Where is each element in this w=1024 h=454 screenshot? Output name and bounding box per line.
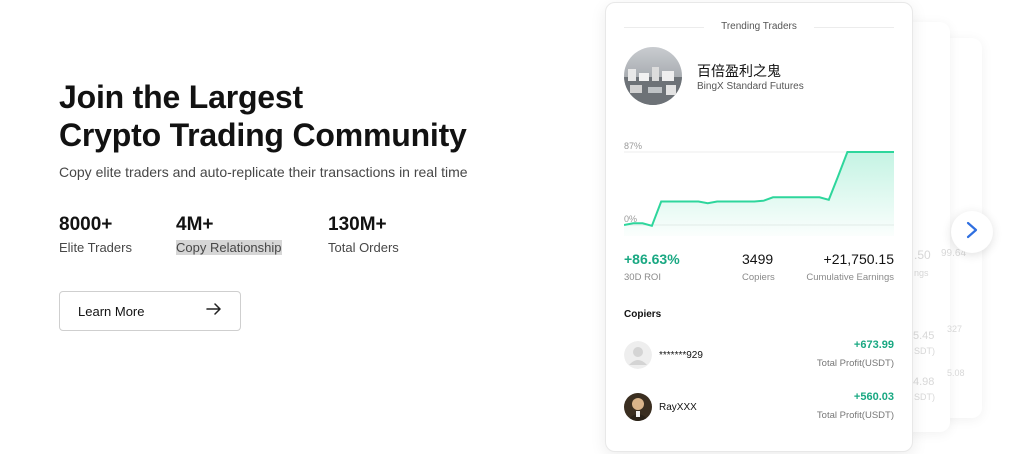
copier-name: *******929 bbox=[659, 350, 703, 361]
metrics-row: +86.63% 30D ROI 3499 Copiers +21,750.15 … bbox=[624, 251, 894, 291]
ghost-text: .50 bbox=[914, 248, 931, 262]
learn-more-button[interactable]: Learn More bbox=[59, 291, 241, 331]
roi-chart: 87% 0% bbox=[623, 141, 894, 236]
ghost-text: 5.45 bbox=[913, 330, 935, 342]
hero-subtitle: Copy elite traders and auto-replicate th… bbox=[59, 164, 468, 180]
stat-elite-traders: 8000+ Elite Traders bbox=[59, 214, 176, 257]
ghost-text: SDT) bbox=[914, 392, 935, 402]
ghost-text: ngs bbox=[914, 268, 929, 278]
copier-name: RayXXX bbox=[659, 402, 697, 413]
stat-total-orders: 130M+ Total Orders bbox=[328, 214, 399, 257]
copier-row[interactable]: *******929 +673.99 Total Profit(USDT) bbox=[624, 339, 894, 375]
chevron-right-icon bbox=[966, 221, 978, 244]
roi-chart-svg bbox=[623, 151, 894, 236]
hero-title-line1: Join the Largest bbox=[59, 79, 303, 115]
copiers-value: 3499 bbox=[742, 251, 774, 267]
y-tick-zero: 0% bbox=[624, 214, 638, 224]
trending-trader-card[interactable]: Trending Traders 百倍盈利之鬼 BingX Standard F… bbox=[605, 2, 913, 452]
ghost-text: 4.98 bbox=[913, 376, 935, 388]
copier-profit-label: Total Profit(USDT) bbox=[816, 358, 894, 369]
copier-profit: +560.03 bbox=[853, 391, 894, 403]
stat-value: 4M+ bbox=[176, 214, 214, 235]
trader-name[interactable]: 百倍盈利之鬼 bbox=[697, 61, 781, 81]
copier-profit: +673.99 bbox=[853, 339, 894, 351]
next-trader-button[interactable] bbox=[951, 211, 993, 253]
hero-section: Join the Largest Crypto Trading Communit… bbox=[59, 78, 468, 180]
stat-value: 8000+ bbox=[59, 214, 113, 235]
trader-avatar[interactable] bbox=[624, 47, 682, 105]
learn-more-label: Learn More bbox=[78, 303, 145, 319]
copiers-label: Copiers bbox=[742, 272, 775, 283]
roi-label: 30D ROI bbox=[624, 272, 661, 283]
arrow-right-icon bbox=[206, 302, 222, 320]
roi-value: +86.63% bbox=[624, 251, 680, 267]
trader-subtitle: BingX Standard Futures bbox=[697, 81, 804, 92]
copier-profit-label: Total Profit(USDT) bbox=[816, 410, 894, 421]
stat-value: 130M+ bbox=[328, 214, 387, 235]
card-title: Trending Traders bbox=[606, 21, 912, 32]
ghost-text: 327 bbox=[947, 324, 963, 334]
hero-title-line2: Crypto Trading Community bbox=[59, 117, 467, 153]
hero-title: Join the Largest Crypto Trading Communit… bbox=[59, 78, 468, 154]
stat-label: Copy Relationship bbox=[176, 240, 282, 255]
copier-row[interactable]: RayXXX +560.03 Total Profit(USDT) bbox=[624, 391, 894, 427]
y-tick-top: 87% bbox=[624, 141, 643, 151]
copiers-heading: Copiers bbox=[624, 309, 662, 320]
ghost-text: SDT) bbox=[914, 346, 935, 356]
roi-area bbox=[624, 152, 894, 236]
stat-copy-relationship: 4M+ Copy Relationship bbox=[176, 214, 328, 257]
portrait-avatar bbox=[624, 393, 652, 421]
earnings-value: +21,750.15 bbox=[823, 251, 894, 267]
earnings-label: Cumulative Earnings bbox=[806, 272, 894, 283]
ghost-text: 5.08 bbox=[947, 368, 965, 378]
stat-label: Elite Traders bbox=[59, 240, 132, 255]
stat-label: Total Orders bbox=[328, 240, 399, 255]
default-user-avatar-icon bbox=[624, 341, 652, 369]
stats-row: 8000+ Elite Traders 4M+ Copy Relationshi… bbox=[59, 214, 399, 257]
